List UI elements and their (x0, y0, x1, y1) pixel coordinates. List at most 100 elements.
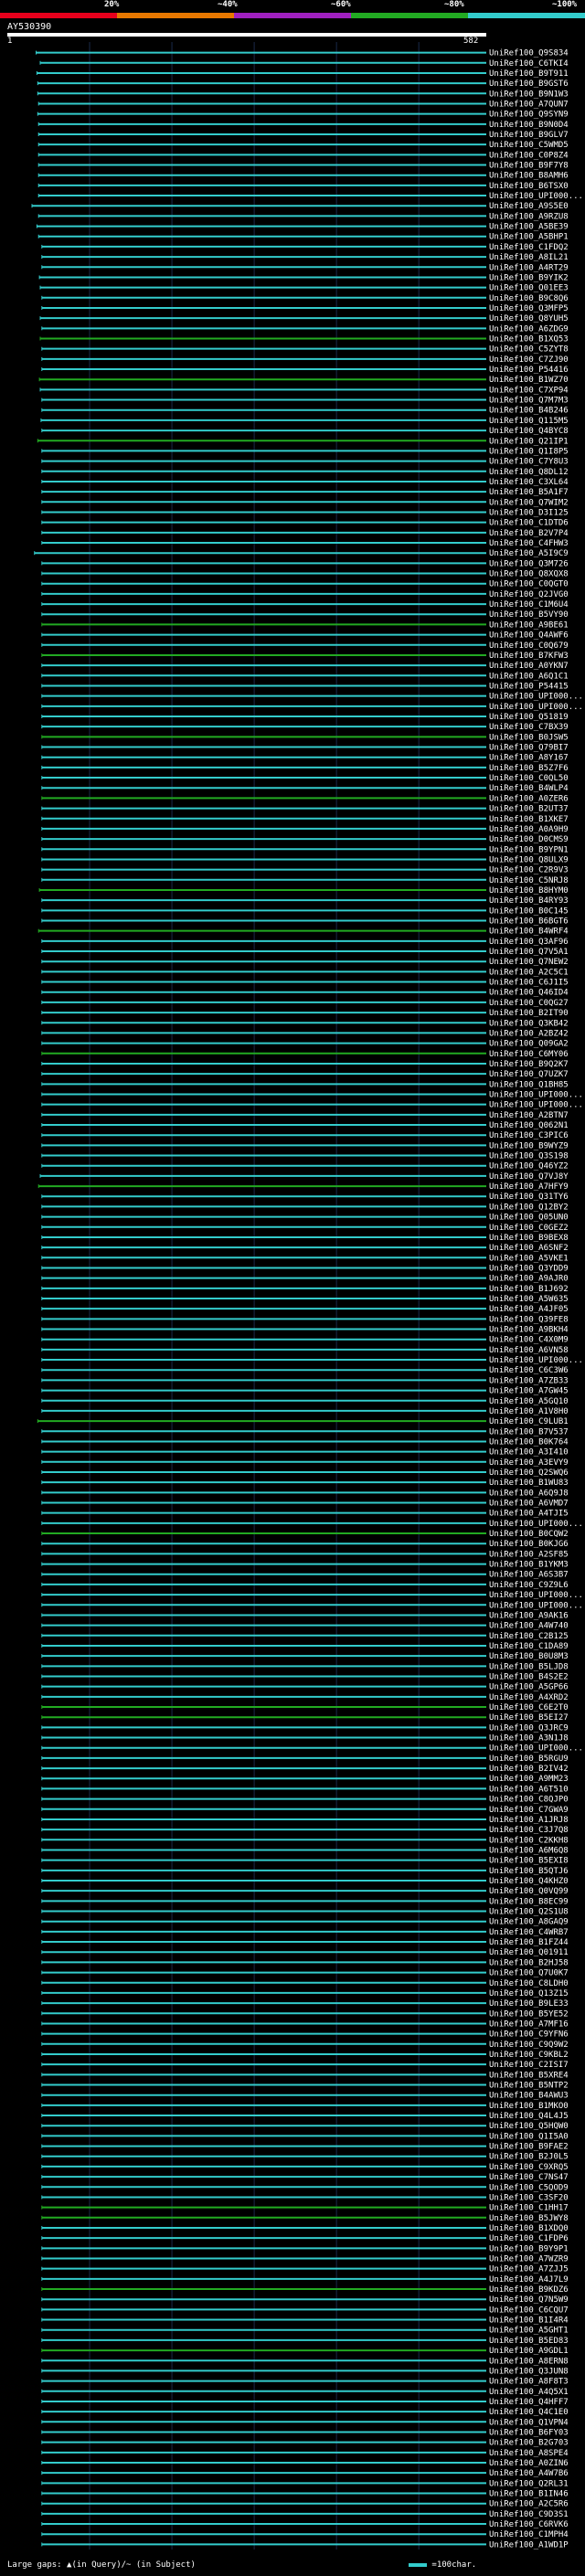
hit-label[interactable]: UniRef100_Q09GA2 (489, 1040, 569, 1049)
hit-label[interactable]: UniRef100_B5ED83 (489, 2337, 569, 2346)
hit-label[interactable]: UniRef100_Q21IP1 (489, 437, 569, 446)
hit-label[interactable]: UniRef100_UPI000... (489, 1744, 583, 1754)
hit-label[interactable]: UniRef100_B9N1W3 (489, 90, 569, 99)
hit-label[interactable]: UniRef100_Q1I5A0 (489, 2132, 569, 2141)
hit-label[interactable]: UniRef100_A6VN58 (489, 1346, 569, 1355)
hit-label[interactable]: UniRef100_B0JSW5 (489, 733, 569, 742)
hit-label[interactable]: UniRef100_A7ZB33 (489, 1376, 569, 1385)
hit-label[interactable]: UniRef100_P54415 (489, 682, 569, 691)
hit-label[interactable]: UniRef100_C4WRB7 (489, 1928, 569, 1937)
hit-label[interactable]: UniRef100_A8F8T3 (489, 2378, 569, 2387)
hit-label[interactable]: UniRef100_Q7WIM2 (489, 498, 569, 507)
hit-label[interactable]: UniRef100_B5XRE4 (489, 2071, 569, 2080)
hit-label[interactable]: UniRef100_B0KJG6 (489, 1540, 569, 1549)
hit-label[interactable]: UniRef100_C9LUB1 (489, 1417, 569, 1426)
hit-label[interactable]: UniRef100_C9D3S1 (489, 2510, 569, 2519)
hit-label[interactable]: UniRef100_A5W635 (489, 1295, 569, 1304)
hit-label[interactable]: UniRef100_B7V537 (489, 1427, 569, 1436)
hit-label[interactable]: UniRef100_UPI000... (489, 703, 583, 712)
hit-label[interactable]: UniRef100_Q3MFP5 (489, 304, 569, 313)
hit-label[interactable]: UniRef100_B0CQW2 (489, 1530, 569, 1539)
hit-label[interactable]: UniRef100_B8HYM0 (489, 886, 569, 896)
hit-label[interactable]: UniRef100_Q1VPN4 (489, 2418, 569, 2427)
hit-label[interactable]: UniRef100_C7Y8U3 (489, 458, 569, 467)
hit-label[interactable]: UniRef100_A8ERN8 (489, 2357, 569, 2366)
hit-label[interactable]: UniRef100_B5NTP2 (489, 2082, 569, 2091)
hit-label[interactable]: UniRef100_C1M6U4 (489, 600, 569, 610)
hit-label[interactable]: UniRef100_B4S2E2 (489, 1672, 569, 1681)
hit-label[interactable]: UniRef100_Q4C1E0 (489, 2408, 569, 2417)
hit-label[interactable]: UniRef100_Q4KHZ0 (489, 1877, 569, 1886)
hit-label[interactable]: UniRef100_Q51819 (489, 713, 569, 722)
hit-label[interactable]: UniRef100_B1XKE7 (489, 815, 569, 824)
hit-label[interactable]: UniRef100_A1WD1P (489, 2540, 569, 2549)
hit-label[interactable]: UniRef100_A4JF05 (489, 1305, 569, 1314)
hit-label[interactable]: UniRef100_B5EI27 (489, 1713, 569, 1723)
hit-label[interactable]: UniRef100_C0P8Z4 (489, 151, 569, 160)
hit-label[interactable]: UniRef100_C3J7Q8 (489, 1826, 569, 1835)
hit-label[interactable]: UniRef100_D3I125 (489, 508, 569, 517)
hit-label[interactable]: UniRef100_C7GWA9 (489, 1806, 569, 1815)
hit-label[interactable]: UniRef100_A6VMD7 (489, 1500, 569, 1509)
hit-label[interactable]: UniRef100_C9XRQ5 (489, 2163, 569, 2172)
hit-label[interactable]: UniRef100_C1MPH4 (489, 2530, 569, 2539)
hit-label[interactable]: UniRef100_C6MY06 (489, 1050, 569, 1059)
hit-label[interactable]: UniRef100_Q9SYN9 (489, 111, 569, 120)
hit-label[interactable]: UniRef100_A7ZJJ5 (489, 2265, 569, 2274)
hit-label[interactable]: UniRef100_A7QUN7 (489, 100, 569, 109)
hit-label[interactable]: UniRef100_B2V7P4 (489, 529, 569, 538)
hit-label[interactable]: UniRef100_B7KFW3 (489, 652, 569, 661)
hit-label[interactable]: UniRef100_C5NRJ8 (489, 876, 569, 885)
hit-label[interactable]: UniRef100_B5LJD8 (489, 1662, 569, 1671)
hit-label[interactable]: UniRef100_C7NS47 (489, 2173, 569, 2182)
hit-label[interactable]: UniRef100_A2BZ42 (489, 1029, 569, 1038)
hit-label[interactable]: UniRef100_C0GEZ2 (489, 1224, 569, 1233)
hit-label[interactable]: UniRef100_D0CMS9 (489, 835, 569, 844)
hit-label[interactable]: UniRef100_B2HJ58 (489, 1958, 569, 1967)
hit-label[interactable]: UniRef100_Q3M726 (489, 559, 569, 568)
hit-label[interactable]: UniRef100_A9BKH4 (489, 1326, 569, 1335)
hit-label[interactable]: UniRef100_B1YKM3 (489, 1561, 569, 1570)
hit-label[interactable]: UniRef100_C2B125 (489, 1632, 569, 1641)
hit-label[interactable]: UniRef100_A5BHP1 (489, 233, 569, 242)
hit-label[interactable]: UniRef100_UPI000... (489, 1101, 583, 1110)
hit-label[interactable]: UniRef100_A4XRD2 (489, 1693, 569, 1702)
hit-label[interactable]: UniRef100_Q8DL12 (489, 468, 569, 477)
hit-label[interactable]: UniRef100_C9Z9L6 (489, 1581, 569, 1590)
hit-label[interactable]: UniRef100_B2IT90 (489, 1009, 569, 1018)
hit-label[interactable]: UniRef100_Q7M7M3 (489, 397, 569, 406)
hit-label[interactable]: UniRef100_C5ZYT8 (489, 345, 569, 355)
hit-label[interactable]: UniRef100_C3PIC6 (489, 1131, 569, 1140)
hit-label[interactable]: UniRef100_Q4AWF6 (489, 631, 569, 641)
hit-label[interactable]: UniRef100_A7WZR9 (489, 2254, 569, 2263)
hit-label[interactable]: UniRef100_A6ZDG9 (489, 324, 569, 334)
hit-label[interactable]: UniRef100_A6Q1C1 (489, 672, 569, 681)
hit-label[interactable]: UniRef100_B8EC99 (489, 1897, 569, 1906)
hit-label[interactable]: UniRef100_UPI000... (489, 1601, 583, 1610)
hit-label[interactable]: UniRef100_A6T510 (489, 1785, 569, 1794)
hit-label[interactable]: UniRef100_UPI000... (489, 1520, 583, 1529)
hit-label[interactable]: UniRef100_B9Y9P1 (489, 2244, 569, 2253)
hit-label[interactable]: UniRef100_B9GST6 (489, 80, 569, 89)
hit-label[interactable]: UniRef100_Q12BY2 (489, 1203, 569, 1212)
hit-label[interactable]: UniRef100_A2SF85 (489, 1550, 569, 1559)
hit-label[interactable]: UniRef100_A5VKE1 (489, 1254, 569, 1263)
hit-label[interactable]: UniRef100_B5Z7F6 (489, 764, 569, 773)
hit-label[interactable]: UniRef100_A0ZER6 (489, 794, 569, 803)
hit-label[interactable]: UniRef100_A6M6Q8 (489, 1846, 569, 1855)
hit-label[interactable]: UniRef100_B5EXI8 (489, 1857, 569, 1866)
hit-label[interactable]: UniRef100_B9WYZ9 (489, 1141, 569, 1150)
hit-label[interactable]: UniRef100_B1XQ53 (489, 335, 569, 345)
hit-label[interactable]: UniRef100_A4RT29 (489, 263, 569, 272)
hit-label[interactable]: UniRef100_C9Q9W2 (489, 2041, 569, 2050)
hit-label[interactable]: UniRef100_C7ZJ90 (489, 355, 569, 365)
hit-label[interactable]: UniRef100_C3XL64 (489, 478, 569, 487)
hit-label[interactable]: UniRef100_B4WLP4 (489, 784, 569, 793)
hit-label[interactable]: UniRef100_B2UT37 (489, 805, 569, 814)
hit-label[interactable]: UniRef100_A3EVY9 (489, 1458, 569, 1468)
hit-label[interactable]: UniRef100_A6SNF2 (489, 1244, 569, 1253)
hit-label[interactable]: UniRef100_C9YFN6 (489, 2030, 569, 2040)
hit-label[interactable]: UniRef100_A4Q5X1 (489, 2388, 569, 2397)
hit-label[interactable]: UniRef100_A0ZIN6 (489, 2459, 569, 2468)
hit-label[interactable]: UniRef100_Q3YDD9 (489, 1264, 569, 1273)
